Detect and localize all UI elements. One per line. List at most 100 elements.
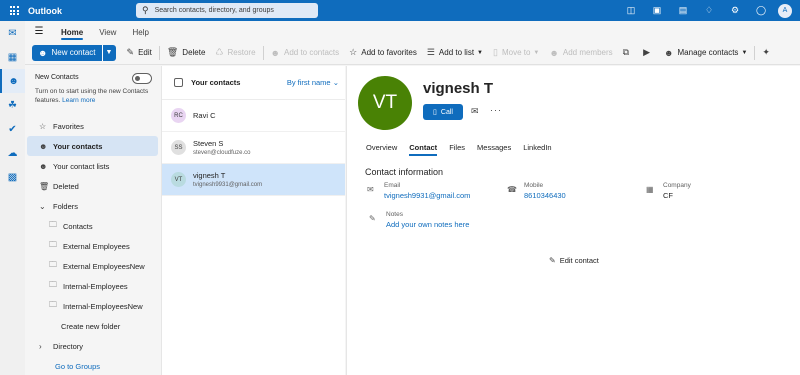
mail-icon[interactable]: ✉ bbox=[471, 106, 479, 117]
lightbulb-icon[interactable]: ◯ bbox=[748, 5, 774, 16]
new-contact-dropdown-icon[interactable]: ▼ bbox=[101, 44, 116, 61]
call-button[interactable]: ▯ Call bbox=[423, 104, 463, 120]
tab-linkedin[interactable]: LinkedIn bbox=[523, 143, 551, 156]
app-launcher-icon[interactable] bbox=[0, 0, 28, 21]
list-item[interactable]: VT vignesh T tvignesh9931@gmail.com bbox=[162, 164, 345, 196]
folder-deleted[interactable]: 🗑 Deleted bbox=[27, 176, 158, 196]
search-box[interactable]: ⚲ Search contacts, directory, and groups bbox=[136, 3, 318, 18]
folder-label: External EmployeesNew bbox=[63, 261, 145, 271]
people-app-icon[interactable]: ☻ bbox=[0, 69, 25, 93]
folder-external-employees-new[interactable]: 🗀 External EmployeesNew bbox=[27, 256, 158, 276]
folder-label: Deleted bbox=[53, 181, 79, 191]
more-options-icon[interactable]: ··· bbox=[490, 105, 502, 115]
add-contact-icon: ☻ bbox=[270, 47, 280, 58]
restore-button[interactable]: ♺ Restore bbox=[210, 47, 260, 58]
folder-label: Internal-EmployeesNew bbox=[63, 301, 143, 311]
folder-pane: New Contacts Turn on to start using the … bbox=[25, 66, 160, 375]
contact-detail-pane: VT vignesh T ▯ Call ✉ ··· Overview Contac… bbox=[346, 66, 800, 375]
folder-favorites[interactable]: ☆ Favorites bbox=[27, 116, 158, 136]
onedrive-app-icon[interactable]: ☁ bbox=[0, 141, 25, 165]
company-label: Company bbox=[663, 182, 691, 189]
email-field: ✉ Email tvignesh9931@gmail.com bbox=[367, 182, 470, 200]
add-to-list-button[interactable]: ☰ Add to list ▼ bbox=[422, 47, 488, 58]
folder-your-contacts[interactable]: ☻ Your contacts bbox=[27, 136, 158, 156]
add-to-favorites-button[interactable]: ☆ Add to favorites bbox=[344, 47, 422, 58]
folder-internal-employees-new[interactable]: 🗀 Internal-EmployeesNew bbox=[27, 296, 158, 316]
select-all-checkbox[interactable] bbox=[174, 78, 183, 87]
add-to-favorites-label: Add to favorites bbox=[361, 48, 417, 57]
folder-your-contact-lists[interactable]: ☻ Your contact lists bbox=[27, 156, 158, 176]
contact-information-heading: Contact information bbox=[365, 167, 444, 177]
tab-help[interactable]: Help bbox=[124, 28, 156, 41]
note-icon: ✎ bbox=[369, 214, 376, 223]
add-to-contacts-label: Add to contacts bbox=[284, 48, 340, 57]
mail-app-icon[interactable]: ✉ bbox=[0, 21, 25, 45]
contact-email: tvignesh9931@gmail.com bbox=[193, 182, 263, 188]
calendar-app-icon[interactable]: ▦ bbox=[0, 45, 25, 69]
account-avatar[interactable]: A bbox=[778, 3, 792, 18]
list-item[interactable]: SS Steven S steven@cloudfuze.co bbox=[162, 132, 345, 164]
company-field: ▦ Company CF bbox=[646, 182, 691, 200]
learn-more-link[interactable]: Learn more bbox=[62, 97, 95, 104]
add-to-contacts-button[interactable]: ☻ Add to contacts bbox=[266, 48, 345, 58]
detail-tabs: Overview Contact Files Messages LinkedIn bbox=[366, 143, 564, 156]
sort-dropdown[interactable]: By first name ⌄ bbox=[287, 78, 339, 87]
folder-external-employees[interactable]: 🗀 External Employees bbox=[27, 236, 158, 256]
folder-contacts[interactable]: 🗀 Contacts bbox=[27, 216, 158, 236]
directory-group[interactable]: › Directory bbox=[27, 336, 158, 356]
create-new-folder-button[interactable]: Create new folder bbox=[27, 316, 158, 336]
hamburger-menu-icon[interactable]: ☰ bbox=[25, 26, 53, 41]
folders-group[interactable]: ⌄ Folders bbox=[27, 196, 158, 216]
tab-messages[interactable]: Messages bbox=[477, 143, 511, 156]
tab-contact[interactable]: Contact bbox=[409, 143, 437, 156]
folder-icon: 🗀 bbox=[49, 280, 57, 289]
tab-home[interactable]: Home bbox=[53, 28, 91, 41]
tab-files[interactable]: Files bbox=[449, 143, 465, 156]
share-button[interactable]: ▶ bbox=[638, 47, 659, 58]
add-members-button[interactable]: ☻ Add members bbox=[544, 48, 617, 58]
notes-label: Notes bbox=[386, 211, 403, 218]
tab-overview[interactable]: Overview bbox=[366, 143, 397, 156]
delete-button[interactable]: 🗑 Delete bbox=[162, 47, 211, 58]
copy-button[interactable]: ⧉ bbox=[618, 47, 638, 58]
groups-app-icon[interactable]: ☘ bbox=[0, 93, 25, 117]
delete-label: Delete bbox=[182, 48, 206, 57]
add-notes-link[interactable]: Add your own notes here bbox=[386, 220, 469, 229]
add-members-label: Add members bbox=[562, 48, 613, 57]
more-apps-icon[interactable]: ▩ bbox=[0, 165, 25, 189]
new-contact-button-group: ☻ New contact ▼ bbox=[32, 44, 116, 61]
toolbar-divider bbox=[262, 45, 264, 60]
star-icon: ☆ bbox=[349, 47, 358, 57]
folder-move-icon: ▯ bbox=[493, 47, 498, 57]
sort-label: By first name bbox=[286, 78, 331, 87]
tab-view[interactable]: View bbox=[91, 28, 124, 41]
todo-app-icon[interactable]: ✔ bbox=[0, 117, 25, 141]
new-contact-button[interactable]: ☻ New contact bbox=[32, 44, 102, 61]
add-to-list-label: Add to list bbox=[438, 48, 475, 57]
list-item[interactable]: RC Ravi C bbox=[162, 100, 345, 132]
people-settings-icon: ☻ bbox=[664, 47, 674, 58]
edit-button[interactable]: ✎ Edit bbox=[122, 47, 157, 58]
edit-contact-button[interactable]: ✎ Edit contact bbox=[549, 256, 599, 265]
manage-contacts-button[interactable]: ☻ Manage contacts ▼ bbox=[659, 48, 752, 58]
building-icon: ▦ bbox=[646, 185, 654, 194]
list-header: Your contacts By first name ⌄ bbox=[162, 66, 345, 100]
contact-name-heading: vignesh T bbox=[423, 80, 494, 97]
bell-icon[interactable]: ♢ bbox=[696, 5, 722, 16]
call-label: Call bbox=[440, 108, 453, 116]
ribbon-toolbar: ☻ New contact ▼ ✎ Edit 🗑 Delete ♺ Restore ☻… bbox=[25, 41, 800, 65]
clean-up-button[interactable]: ✦ bbox=[757, 47, 779, 58]
folder-internal-employees[interactable]: 🗀 Internal-Employees bbox=[27, 276, 158, 296]
email-link[interactable]: tvignesh9931@gmail.com bbox=[384, 191, 470, 200]
word-icon[interactable]: ▣ bbox=[644, 5, 670, 16]
folder-label: Internal-Employees bbox=[63, 281, 128, 291]
gear-icon[interactable]: ⚙ bbox=[722, 5, 748, 16]
feedback-icon[interactable]: ▤ bbox=[670, 5, 696, 16]
move-to-button[interactable]: ▯ Move to ▼ bbox=[488, 47, 544, 58]
ribbon-tabs: ☰ Home View Help bbox=[25, 21, 800, 41]
go-to-groups-link[interactable]: Go to Groups bbox=[27, 356, 158, 375]
meet-now-icon[interactable]: ◫ bbox=[618, 5, 644, 16]
mobile-link[interactable]: 8610346430 bbox=[524, 191, 566, 200]
list-add-icon: ☰ bbox=[426, 47, 435, 57]
new-contacts-toggle[interactable] bbox=[132, 73, 152, 84]
